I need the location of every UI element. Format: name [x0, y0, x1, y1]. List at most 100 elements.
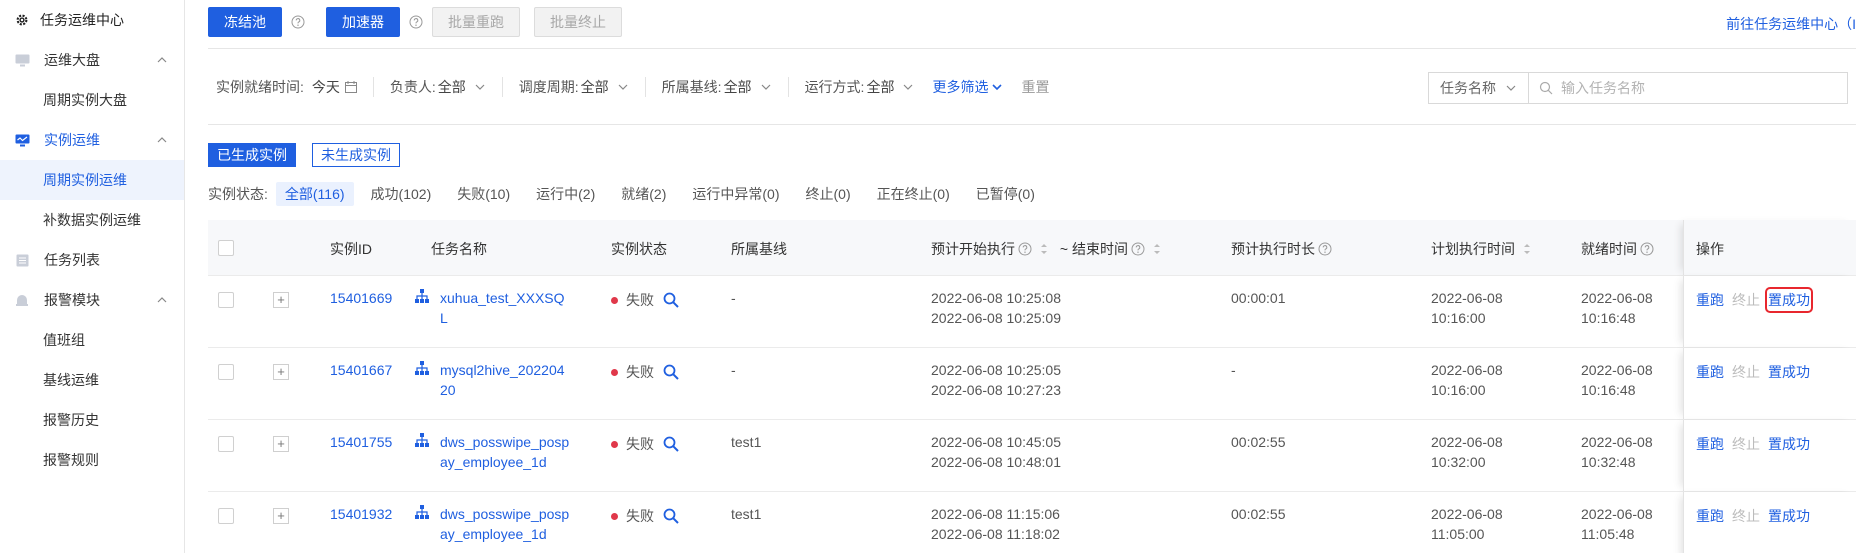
table-row: + 15401667 mysql2hive_20220420 失败 - 2022…: [208, 348, 1856, 420]
status-option-running-abnormal[interactable]: 运行中异常(0): [683, 182, 788, 206]
stop-button[interactable]: 终止: [1732, 434, 1760, 454]
sidebar-group-dashboard[interactable]: 运维大盘: [0, 40, 184, 80]
rerun-button[interactable]: 重跑: [1696, 434, 1724, 454]
header-expected-start: 预计开始执行 ~ 结束时间: [931, 239, 1161, 259]
expected-time-range: 2022-06-08 10:25:05 2022-06-08 10:27:23: [931, 360, 1061, 400]
status-filter-bar: 实例状态: 全部(116) 成功(102) 失败(10) 运行中(2) 就绪(2…: [208, 182, 1052, 206]
row-checkbox[interactable]: [218, 364, 234, 380]
header-label: 预计开始执行: [931, 241, 1015, 257]
sidebar-item-cycle-instance-ops[interactable]: 周期实例运维: [0, 160, 184, 200]
chart-monitor-icon: [14, 132, 30, 148]
failed-dot: [611, 368, 618, 376]
sidebar-item-baseline-ops[interactable]: 基线运维: [0, 360, 184, 400]
sort-icon[interactable]: [1523, 242, 1531, 256]
search-field-select[interactable]: 任务名称: [1428, 72, 1528, 104]
sidebar-item-alarm-history[interactable]: 报警历史: [0, 400, 184, 440]
goto-ops-center-link[interactable]: 前往任务运维中心（I: [1726, 14, 1856, 34]
filter-baseline[interactable]: 所属基线: 全部: [662, 77, 772, 97]
status-text: 失败: [626, 292, 654, 308]
more-filters-link[interactable]: 更多筛选: [932, 77, 1003, 97]
rerun-button[interactable]: 重跑: [1696, 362, 1724, 382]
row-checkbox[interactable]: [218, 436, 234, 452]
end-time: 2022-06-08 10:48:01: [931, 454, 1061, 470]
tab-not-generated-instances[interactable]: 未生成实例: [312, 143, 400, 167]
batch-rerun-button[interactable]: 批量重跑: [432, 7, 520, 37]
status-option-stopped[interactable]: 终止(0): [797, 182, 860, 206]
ready-time: 2022-06-08 10:16:48: [1581, 360, 1653, 400]
search-icon[interactable]: [662, 435, 680, 453]
failed-dot: [611, 440, 618, 448]
filter-ready-time[interactable]: 实例就绪时间: 今天: [216, 77, 357, 97]
accelerator-button[interactable]: 加速器: [326, 7, 400, 37]
help-icon[interactable]: [1131, 242, 1145, 256]
task-name-link[interactable]: dws_posswipe_pospay_employee_1d: [414, 432, 570, 472]
expand-icon[interactable]: +: [273, 364, 289, 380]
help-icon[interactable]: [1318, 242, 1332, 256]
set-success-button[interactable]: 置成功: [1768, 362, 1810, 382]
rerun-button[interactable]: 重跑: [1696, 290, 1724, 310]
tab-generated-instances[interactable]: 已生成实例: [208, 143, 296, 167]
instance-id-link[interactable]: 15401669: [330, 290, 392, 306]
filter-value: 全部: [723, 79, 752, 95]
sidebar-item-cycle-dashboard[interactable]: 周期实例大盘: [0, 80, 184, 120]
expand-icon[interactable]: +: [273, 292, 289, 308]
sidebar-group-task-list[interactable]: 任务列表: [0, 240, 184, 280]
status-option-stopping[interactable]: 正在终止(0): [868, 182, 959, 206]
instance-id-link[interactable]: 15401755: [330, 434, 392, 450]
rerun-button[interactable]: 重跑: [1696, 506, 1724, 526]
help-icon[interactable]: [408, 14, 424, 30]
chevron-down-icon: [474, 81, 486, 93]
filter-owner[interactable]: 负责人: 全部: [390, 77, 486, 97]
set-success-button[interactable]: 置成功: [1765, 287, 1813, 313]
set-success-button[interactable]: 置成功: [1768, 506, 1810, 526]
row-checkbox[interactable]: [218, 508, 234, 524]
stop-button[interactable]: 终止: [1732, 362, 1760, 382]
help-icon[interactable]: [1640, 242, 1654, 256]
status-option-all[interactable]: 全部(116): [275, 182, 354, 206]
sidebar-item-alarm-rules[interactable]: 报警规则: [0, 440, 184, 480]
stop-button[interactable]: 终止: [1732, 290, 1760, 310]
sidebar-group-instance-ops[interactable]: 实例运维: [0, 120, 184, 160]
toolbar: 冻结池 加速器 批量重跑 批量终止: [208, 7, 622, 37]
filter-value: 今天: [311, 79, 340, 95]
stop-button[interactable]: 终止: [1732, 506, 1760, 526]
ready-time: 2022-06-08 10:32:48: [1581, 432, 1653, 472]
search-icon: [1539, 81, 1553, 95]
sidebar-item-duty-group[interactable]: 值班组: [0, 320, 184, 360]
freeze-pool-button[interactable]: 冻结池: [208, 7, 282, 37]
sidebar-item-backfill-instance-ops[interactable]: 补数据实例运维: [0, 200, 184, 240]
search-icon[interactable]: [662, 507, 680, 525]
select-all-checkbox[interactable]: [218, 240, 234, 256]
sort-icon[interactable]: [1153, 242, 1161, 256]
search-icon[interactable]: [662, 363, 680, 381]
expand-icon[interactable]: +: [273, 436, 289, 452]
task-name-link[interactable]: mysql2hive_20220420: [414, 360, 570, 400]
filter-run-mode[interactable]: 运行方式: 全部: [805, 77, 915, 97]
help-icon[interactable]: [290, 14, 306, 30]
help-icon[interactable]: [1018, 242, 1032, 256]
task-name-link[interactable]: dws_posswipe_pospay_employee_1d: [414, 504, 570, 544]
dag-icon: [414, 288, 432, 304]
reset-filters-link[interactable]: 重置: [1021, 77, 1049, 97]
search-icon[interactable]: [662, 291, 680, 309]
status-badge: 失败: [611, 290, 680, 310]
instance-id-link[interactable]: 15401932: [330, 506, 392, 522]
sort-icon[interactable]: [1040, 242, 1048, 256]
filter-cycle[interactable]: 调度周期: 全部: [519, 77, 629, 97]
status-option-paused[interactable]: 已暂停(0): [967, 182, 1044, 206]
status-option-failed[interactable]: 失败(10): [448, 182, 519, 206]
expand-icon[interactable]: +: [273, 508, 289, 524]
set-success-button[interactable]: 置成功: [1768, 434, 1810, 454]
status-option-success[interactable]: 成功(102): [362, 182, 441, 206]
ops-column: 重跑 终止 置成功: [1683, 276, 1856, 347]
status-option-ready[interactable]: 就绪(2): [612, 182, 675, 206]
row-checkbox[interactable]: [218, 292, 234, 308]
status-option-running[interactable]: 运行中(2): [527, 182, 604, 206]
task-name-link[interactable]: xuhua_test_XXXSQL: [414, 288, 570, 328]
status-text: 失败: [626, 508, 654, 524]
dag-icon: [414, 432, 432, 448]
sidebar-group-alarm[interactable]: 报警模块: [0, 280, 184, 320]
instance-id-link[interactable]: 15401667: [330, 362, 392, 378]
search-input[interactable]: [1561, 80, 1841, 96]
batch-stop-button[interactable]: 批量终止: [534, 7, 622, 37]
